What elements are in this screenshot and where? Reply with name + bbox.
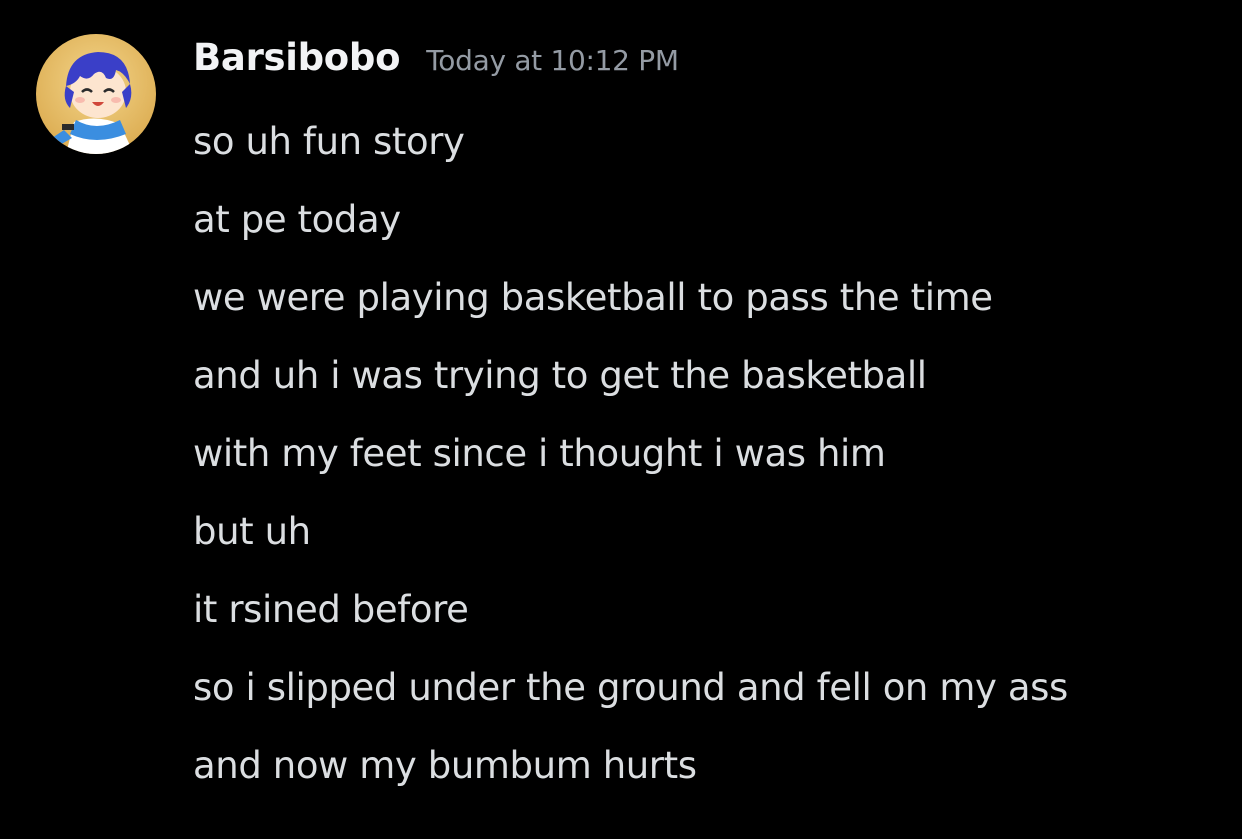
message-line: and uh i was trying to get the basketbal… <box>193 354 927 397</box>
message-list: so uh fun story at pe today we were play… <box>193 103 1068 805</box>
avatar[interactable] <box>36 34 156 154</box>
message-line: at pe today <box>193 198 401 241</box>
message-line: so i slipped under the ground and fell o… <box>193 666 1068 709</box>
message-line: so uh fun story <box>193 120 465 163</box>
chat-message-group: Barsibobo Today at 10:12 PM so uh fun st… <box>0 0 1242 839</box>
anime-character-avatar-icon <box>36 34 156 154</box>
message-line: with my feet since i thought i was him <box>193 432 886 475</box>
message-line: we were playing basketball to pass the t… <box>193 276 993 319</box>
username[interactable]: Barsibobo <box>193 36 401 79</box>
message-header: Barsibobo Today at 10:12 PM <box>193 36 679 96</box>
timestamp: Today at 10:12 PM <box>426 44 679 77</box>
message-line: but uh <box>193 510 311 553</box>
message-line: and now my bumbum hurts <box>193 744 697 787</box>
message-line: it rsined before <box>193 588 469 631</box>
